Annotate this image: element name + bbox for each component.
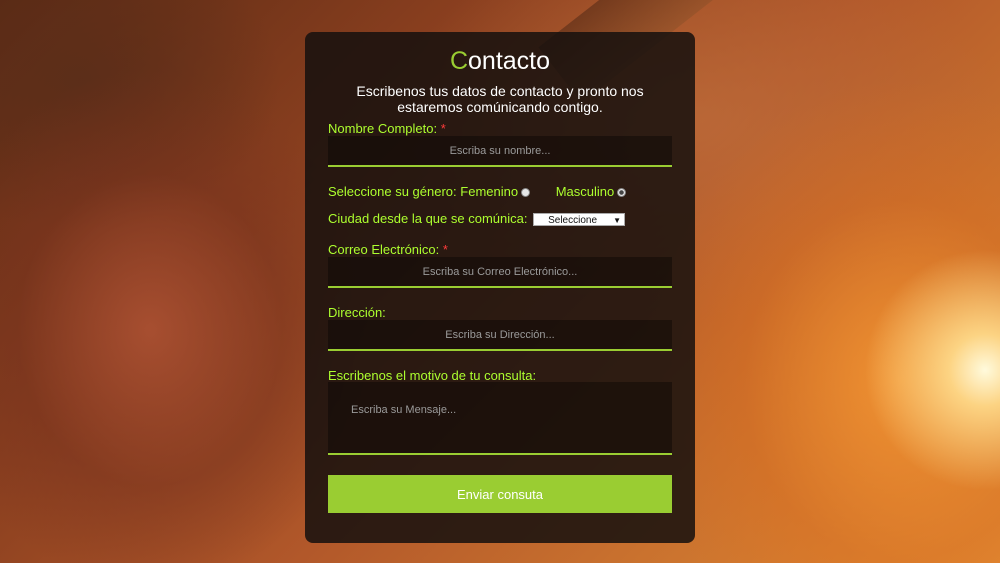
gender-option-masculino[interactable]: Masculino xyxy=(556,184,627,199)
email-required-mark: * xyxy=(442,242,448,257)
gender-option-femenino[interactable]: Femenino xyxy=(460,184,533,199)
email-input[interactable] xyxy=(328,257,672,288)
radio-femenino-icon[interactable] xyxy=(521,188,531,197)
message-textarea[interactable] xyxy=(328,382,672,455)
form-subtitle: Escribenos tus datos de contacto y pront… xyxy=(356,83,644,115)
dropdown-arrow-icon: ▼ xyxy=(613,216,622,225)
city-select[interactable]: Seleccione ▼ xyxy=(533,213,626,226)
gender-label: Seleccione su género: xyxy=(328,184,457,199)
address-label-text: Dirección: xyxy=(328,305,386,320)
submit-button[interactable]: Enviar consuta xyxy=(328,475,672,513)
email-label: Correo Electrónico: * xyxy=(328,242,448,257)
address-input[interactable] xyxy=(328,320,672,351)
radio-masculino-icon[interactable] xyxy=(617,188,627,197)
name-input[interactable] xyxy=(328,136,672,167)
gender-option-femenino-label: Femenino xyxy=(460,184,519,199)
city-select-value: Seleccione xyxy=(548,215,598,226)
address-label: Dirección: xyxy=(328,305,386,320)
gender-row: Seleccione su género: Femenino Masculino xyxy=(328,184,627,199)
contact-form-panel: Contacto Escribenos tus datos de contact… xyxy=(305,32,695,543)
city-label: Ciudad desde la que se comúnica: xyxy=(328,211,528,226)
page-title: Contacto xyxy=(305,47,695,76)
name-required-mark: * xyxy=(440,121,446,136)
name-label-text: Nombre Completo: xyxy=(328,121,438,136)
title-rest: ontacto xyxy=(468,47,551,75)
city-row: Ciudad desde la que se comúnica: Selecci… xyxy=(328,211,626,226)
gender-option-masculino-label: Masculino xyxy=(555,184,615,199)
message-label: Escribenos el motivo de tu consulta: xyxy=(328,368,536,383)
message-label-text: Escribenos el motivo de tu consulta: xyxy=(328,368,537,383)
title-first-letter: C xyxy=(449,47,469,75)
email-label-text: Correo Electrónico: xyxy=(328,242,440,257)
name-label: Nombre Completo: * xyxy=(328,121,446,136)
